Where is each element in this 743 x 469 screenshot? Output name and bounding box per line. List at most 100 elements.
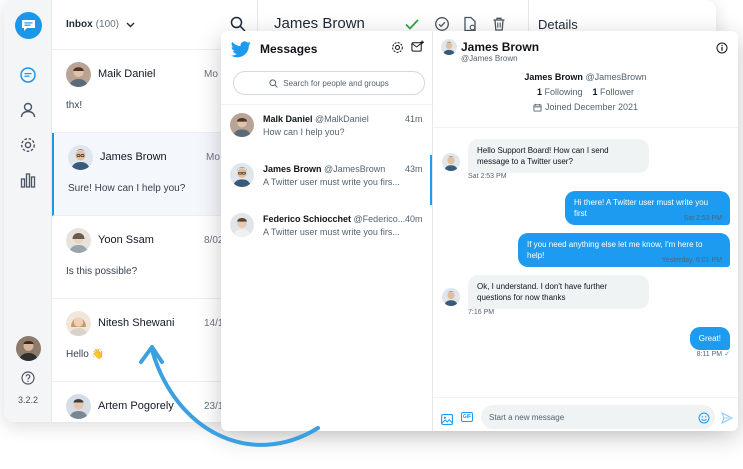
emoji-icon[interactable] — [698, 411, 710, 429]
conversation-preview: A Twitter user must write you firs... — [263, 227, 400, 237]
conversation-preview: Is this possible? — [66, 266, 138, 277]
trash-icon[interactable] — [491, 16, 507, 32]
profile-handle: @JamesBrown — [585, 72, 647, 82]
inbox-title: Inbox — [66, 19, 93, 30]
conversation-name: James Brown — [100, 151, 167, 163]
profile-name: James Brown — [524, 72, 583, 82]
chat-bubble-icon[interactable] — [15, 12, 42, 39]
conversation-item[interactable]: Federico Schiocchet @Federico... 40m A T… — [221, 205, 432, 255]
check-icon[interactable] — [404, 16, 420, 32]
avatar — [442, 288, 460, 306]
twitter-messages-window: Messages Search for people and groups Ma — [221, 31, 738, 431]
conversation-name: Artem Pogorely — [98, 400, 174, 412]
joined-date: Joined December 2021 — [544, 102, 639, 112]
conversation-name-line: Malk Daniel @MalkDaniel — [263, 114, 369, 124]
message-time: Yesterday, 6:01 PM — [661, 257, 723, 264]
conversation-time: 41m — [405, 114, 423, 124]
conversation-name: Maik Daniel — [98, 68, 156, 80]
follow-stats: 1 Following 1 Follower — [433, 87, 738, 97]
conversation-handle: @Federico... — [353, 214, 406, 224]
user-icon[interactable] — [18, 100, 38, 120]
conversation-item-active[interactable]: James Brown @JamesBrown 43m A Twitter us… — [221, 155, 432, 205]
read-check-icon: ✓ — [724, 215, 730, 222]
message-time-line: 8:11 PM ✓ — [697, 350, 730, 358]
profile-summary: James Brown @JamesBrown 1 Following 1 Fo… — [433, 72, 738, 112]
message-bubble-incoming: Hello Support Board! How can I send mess… — [468, 139, 649, 173]
twitter-bird-icon — [231, 41, 251, 58]
message-time-line: Yesterday, 6:01 PM ✓ — [662, 256, 730, 264]
conversation-item[interactable]: Malk Daniel @MalkDaniel 41m How can I he… — [221, 105, 432, 155]
conversation-name: Yoon Ssam — [98, 234, 154, 246]
avatar — [230, 213, 254, 237]
conversation-preview: Hello 👋 — [66, 349, 105, 360]
conversation-preview: Sure! How can I help you? — [68, 183, 186, 194]
message-time: Sat 2:53 PM — [468, 173, 507, 180]
profile-name-line: James Brown @JamesBrown — [433, 72, 738, 82]
conversation-preview: How can I help you? — [263, 127, 345, 137]
avatar — [66, 228, 91, 253]
avatar[interactable] — [16, 336, 41, 361]
settings-gear-icon[interactable] — [391, 41, 404, 59]
chat-title: James Brown — [461, 40, 540, 54]
info-icon[interactable] — [716, 41, 728, 59]
search-icon — [269, 78, 279, 88]
search-input[interactable]: Search for people and groups — [233, 71, 425, 95]
left-rail: 3.2.2 — [4, 0, 52, 422]
conversation-name: James Brown — [263, 164, 322, 174]
chevron-down-icon[interactable] — [126, 22, 135, 28]
avatar — [442, 153, 460, 171]
message-time: 7:16 PM — [468, 309, 495, 316]
conversation-name: Federico Schiocchet — [263, 214, 352, 224]
following-count: 1 — [536, 87, 542, 97]
conversation-time: 43m — [405, 164, 423, 174]
conversation-time: 40m — [405, 214, 423, 224]
joined-line: Joined December 2021 — [433, 102, 738, 112]
followers-label: Follower — [600, 87, 635, 97]
compose-message-icon[interactable] — [411, 40, 424, 58]
calendar-icon — [533, 103, 542, 112]
document-icon[interactable] — [462, 16, 478, 32]
conversation-name-line: James Brown @JamesBrown — [263, 164, 385, 174]
conversation-list-panel: Messages Search for people and groups Ma — [221, 31, 433, 431]
message-time: Sat 2:53 PM — [683, 215, 723, 222]
inbox-count: (100) — [95, 19, 120, 30]
conversation-handle: @JamesBrown — [324, 164, 386, 174]
message-bubble-incoming: Ok, I understand. I don't have further q… — [468, 275, 649, 309]
chat-icon[interactable] — [18, 65, 38, 85]
bar-chart-icon[interactable] — [18, 170, 38, 190]
stage: 3.2.2 Inbox (100) Maik Daniel Mo thx! Ja… — [0, 0, 743, 469]
conversation-handle: @MalkDaniel — [315, 114, 369, 124]
search-placeholder: Search for people and groups — [283, 78, 389, 88]
avatar[interactable] — [441, 39, 457, 55]
chat-panel: James Brown @James Brown James Brown @Ja… — [433, 31, 738, 431]
details-title: Details — [538, 17, 578, 32]
send-icon[interactable] — [720, 411, 734, 429]
image-icon[interactable] — [441, 412, 453, 430]
conversation-date: Mo — [206, 152, 220, 163]
divider — [433, 397, 738, 398]
followers-count: 1 — [592, 87, 598, 97]
following-label: Following — [544, 87, 583, 97]
gif-icon[interactable]: GIF — [461, 412, 473, 422]
help-circle-icon[interactable] — [18, 368, 38, 388]
divider — [433, 127, 738, 128]
conversation-name: Malk Daniel — [263, 114, 313, 124]
avatar — [230, 163, 254, 187]
avatar — [66, 62, 91, 87]
gear-icon[interactable] — [18, 135, 38, 155]
avatar — [66, 311, 91, 336]
chat-handle: @James Brown — [461, 54, 518, 63]
avatar — [230, 113, 254, 137]
message-time-line: Sat 2:53 PM ✓ — [684, 214, 730, 222]
message-bubble-outgoing: Great! — [689, 327, 730, 350]
version-label: 3.2.2 — [17, 395, 39, 405]
conversation-name-line: Federico Schiocchet @Federico... — [263, 214, 405, 224]
messages-title: Messages — [260, 42, 318, 56]
message-input[interactable]: Start a new message — [481, 405, 715, 429]
message-time: 8:11 PM — [696, 351, 723, 358]
avatar — [66, 394, 91, 419]
read-check-icon: ✓ — [724, 257, 730, 264]
conversation-preview: A Twitter user must write you firs... — [263, 177, 400, 187]
read-check-icon: ✓ — [724, 351, 730, 358]
check-circle-icon[interactable] — [434, 16, 450, 32]
